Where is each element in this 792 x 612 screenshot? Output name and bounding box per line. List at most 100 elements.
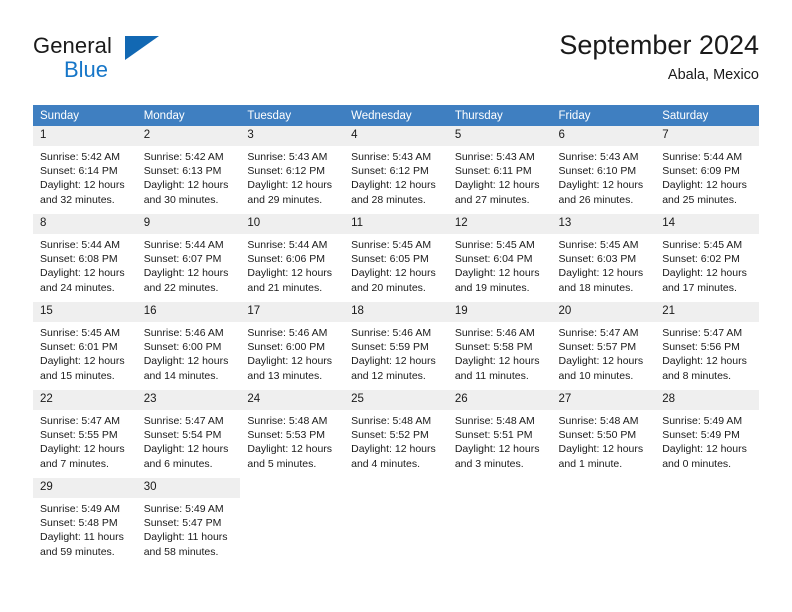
day-number: 24	[240, 390, 345, 410]
weekday-header-row: Sunday Monday Tuesday Wednesday Thursday…	[33, 105, 759, 126]
day-sunrise-text: Sunrise: 5:49 AM	[662, 415, 743, 427]
day-daylight2-text: and 4 minutes.	[351, 457, 420, 470]
calendar-day-cell[interactable]: 19 Sunrise: 5:46 AM Sunset: 5:58 PM Dayligh…	[447, 302, 552, 390]
day-sunrise-text: Sunrise: 5:44 AM	[143, 239, 224, 251]
day-sun-info: Sunrise: 5:44 AM Sunset: 6:09 PM Daylight:…	[655, 146, 759, 207]
calendar-day-cell[interactable]: 23 Sunrise: 5:47 AM Sunset: 5:54 PM Dayligh…	[136, 390, 241, 478]
day-sunrise-text: Sunrise: 5:49 AM	[143, 503, 224, 515]
calendar-day-cell[interactable]: 7 Sunrise: 5:44 AM Sunset: 6:09 PM Daylight…	[655, 126, 759, 214]
day-daylight2-text: and 3 minutes.	[454, 457, 524, 470]
day-daylight1-text: Daylight: 12 hours	[662, 267, 747, 280]
day-daylight1-text: Daylight: 12 hours	[351, 179, 436, 192]
calendar-day-cell-empty	[655, 478, 759, 566]
day-sun-info: Sunrise: 5:47 AM Sunset: 5:55 PM Daylight:…	[33, 410, 137, 471]
day-daylight2-text: and 10 minutes.	[558, 369, 634, 382]
calendar-day-cell[interactable]: 25 Sunrise: 5:48 AM Sunset: 5:52 PM Dayligh…	[344, 390, 448, 478]
day-sunrise-text: Sunrise: 5:43 AM	[558, 151, 639, 163]
calendar-day-cell[interactable]: 2 Sunrise: 5:42 AM Sunset: 6:13 PM Daylight…	[136, 126, 241, 214]
weekday-header-monday: Monday	[136, 105, 241, 126]
calendar-day-cell-empty	[551, 478, 656, 566]
day-daylight2-text: and 21 minutes.	[247, 281, 323, 294]
day-daylight1-text: Daylight: 12 hours	[558, 355, 644, 368]
calendar-day-cell[interactable]: 15 Sunrise: 5:45 AM Sunset: 6:01 PM Dayligh…	[33, 302, 137, 390]
day-sun-info: Sunrise: 5:47 AM Sunset: 5:56 PM Daylight:…	[655, 322, 759, 383]
day-daylight2-text: and 27 minutes.	[454, 193, 530, 206]
calendar-day-cell[interactable]: 10 Sunrise: 5:44 AM Sunset: 6:06 PM Dayligh…	[240, 214, 345, 302]
day-number: 16	[136, 302, 241, 322]
calendar-day-cell[interactable]: 8 Sunrise: 5:44 AM Sunset: 6:08 PM Daylight…	[33, 214, 137, 302]
day-sunrise-text: Sunrise: 5:48 AM	[558, 415, 639, 427]
calendar-day-cell[interactable]: 30 Sunrise: 5:49 AM Sunset: 5:47 PM Dayligh…	[136, 478, 241, 566]
day-sunset-text: Sunset: 5:56 PM	[662, 341, 740, 354]
calendar-day-cell[interactable]: 26 Sunrise: 5:48 AM Sunset: 5:51 PM Dayligh…	[447, 390, 552, 478]
day-sun-info: Sunrise: 5:45 AM Sunset: 6:01 PM Daylight:…	[33, 322, 137, 383]
calendar-day-cell[interactable]: 28 Sunrise: 5:49 AM Sunset: 5:49 PM Dayligh…	[655, 390, 759, 478]
calendar-day-cell[interactable]: 11 Sunrise: 5:45 AM Sunset: 6:05 PM Dayligh…	[344, 214, 448, 302]
weekday-header-saturday: Saturday	[655, 105, 759, 126]
day-sunset-text: Sunset: 6:02 PM	[662, 253, 740, 266]
day-daylight2-text: and 15 minutes.	[40, 369, 115, 382]
calendar-day-cell[interactable]: 9 Sunrise: 5:44 AM Sunset: 6:07 PM Daylight…	[136, 214, 241, 302]
day-daylight1-text: Daylight: 12 hours	[143, 267, 229, 280]
calendar-day-cell[interactable]: 1 Sunrise: 5:42 AM Sunset: 6:14 PM Daylight…	[33, 126, 137, 214]
day-sunset-text: Sunset: 6:03 PM	[558, 253, 637, 266]
calendar-week-row: 8 Sunrise: 5:44 AM Sunset: 6:08 PM Daylight…	[33, 214, 759, 302]
day-daylight2-text: and 6 minutes.	[143, 457, 213, 470]
day-number	[447, 478, 552, 498]
day-sunrise-text: Sunrise: 5:44 AM	[662, 151, 743, 163]
calendar-day-cell[interactable]: 18 Sunrise: 5:46 AM Sunset: 5:59 PM Dayligh…	[344, 302, 448, 390]
calendar-day-cell[interactable]: 20 Sunrise: 5:47 AM Sunset: 5:57 PM Dayligh…	[551, 302, 656, 390]
day-daylight1-text: Daylight: 12 hours	[351, 355, 436, 368]
day-daylight1-text: Daylight: 12 hours	[40, 355, 125, 368]
day-daylight1-text: Daylight: 12 hours	[247, 355, 333, 368]
day-sunset-text: Sunset: 5:58 PM	[454, 341, 533, 354]
day-number: 9	[136, 214, 241, 234]
calendar-day-cell[interactable]: 13 Sunrise: 5:45 AM Sunset: 6:03 PM Dayligh…	[551, 214, 656, 302]
brand-logo[interactable]: General Blue	[33, 34, 233, 92]
day-sunset-text: Sunset: 5:52 PM	[351, 429, 429, 442]
day-daylight2-text: and 17 minutes.	[662, 281, 737, 294]
day-daylight2-text: and 5 minutes.	[247, 457, 317, 470]
calendar-day-cell[interactable]: 27 Sunrise: 5:48 AM Sunset: 5:50 PM Dayligh…	[551, 390, 656, 478]
calendar-day-cell[interactable]: 17 Sunrise: 5:46 AM Sunset: 6:00 PM Dayligh…	[240, 302, 345, 390]
day-number: 22	[33, 390, 137, 410]
day-sunset-text: Sunset: 6:13 PM	[143, 165, 222, 178]
day-sun-info: Sunrise: 5:44 AM Sunset: 6:07 PM Daylight:…	[137, 234, 241, 295]
calendar-day-cell[interactable]: 16 Sunrise: 5:46 AM Sunset: 6:00 PM Dayligh…	[136, 302, 241, 390]
day-sun-info: Sunrise: 5:49 AM Sunset: 5:48 PM Daylight:…	[33, 498, 137, 559]
calendar-day-cell[interactable]: 6 Sunrise: 5:43 AM Sunset: 6:10 PM Daylight…	[551, 126, 656, 214]
day-daylight2-text: and 32 minutes.	[40, 193, 115, 206]
day-sunrise-text: Sunrise: 5:45 AM	[558, 239, 639, 251]
day-daylight1-text: Daylight: 12 hours	[143, 355, 229, 368]
day-sun-info: Sunrise: 5:48 AM Sunset: 5:51 PM Daylight:…	[448, 410, 552, 471]
calendar-day-cell[interactable]: 3 Sunrise: 5:43 AM Sunset: 6:12 PM Daylight…	[240, 126, 345, 214]
calendar-day-cell[interactable]: 5 Sunrise: 5:43 AM Sunset: 6:11 PM Daylight…	[447, 126, 552, 214]
day-sunset-text: Sunset: 6:08 PM	[40, 253, 118, 266]
day-daylight1-text: Daylight: 12 hours	[40, 443, 125, 456]
day-number	[344, 478, 448, 498]
calendar-day-cell[interactable]: 14 Sunrise: 5:45 AM Sunset: 6:02 PM Dayligh…	[655, 214, 759, 302]
day-number: 10	[240, 214, 345, 234]
day-sunrise-text: Sunrise: 5:48 AM	[454, 415, 535, 427]
day-daylight1-text: Daylight: 12 hours	[40, 179, 125, 192]
calendar-day-cell[interactable]: 29 Sunrise: 5:49 AM Sunset: 5:48 PM Dayligh…	[33, 478, 137, 566]
calendar-week-row: 22 Sunrise: 5:47 AM Sunset: 5:55 PM Dayligh…	[33, 390, 759, 478]
day-sunrise-text: Sunrise: 5:46 AM	[454, 327, 535, 339]
day-sun-info: Sunrise: 5:47 AM Sunset: 5:54 PM Daylight:…	[137, 410, 241, 471]
calendar-day-cell[interactable]: 24 Sunrise: 5:48 AM Sunset: 5:53 PM Dayligh…	[240, 390, 345, 478]
calendar-day-cell[interactable]: 21 Sunrise: 5:47 AM Sunset: 5:56 PM Dayligh…	[655, 302, 759, 390]
title-block: September 2024 Abala, Mexico	[559, 28, 759, 85]
day-number: 17	[240, 302, 345, 322]
day-sunset-text: Sunset: 5:50 PM	[558, 429, 637, 442]
calendar-day-cell-empty	[447, 478, 552, 566]
day-sunset-text: Sunset: 6:00 PM	[143, 341, 222, 354]
weekday-header-friday: Friday	[551, 105, 656, 126]
day-sunset-text: Sunset: 5:49 PM	[662, 429, 740, 442]
day-number	[240, 478, 345, 498]
calendar-day-cell[interactable]: 22 Sunrise: 5:47 AM Sunset: 5:55 PM Dayligh…	[33, 390, 137, 478]
day-sunrise-text: Sunrise: 5:49 AM	[40, 503, 120, 515]
calendar-day-cell[interactable]: 4 Sunrise: 5:43 AM Sunset: 6:12 PM Daylight…	[344, 126, 448, 214]
calendar-day-cell[interactable]: 12 Sunrise: 5:45 AM Sunset: 6:04 PM Dayligh…	[447, 214, 552, 302]
day-number: 20	[551, 302, 656, 322]
day-sunrise-text: Sunrise: 5:43 AM	[247, 151, 328, 163]
